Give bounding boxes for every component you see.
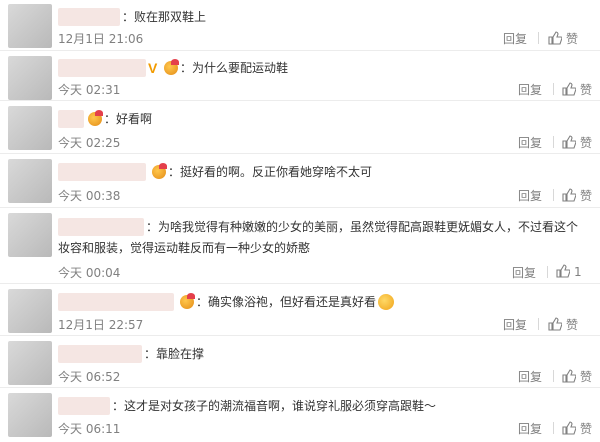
avatar[interactable]	[8, 106, 52, 150]
like-button[interactable]: 赞	[548, 316, 578, 333]
comment-item: V ：为什么要配运动鞋 今天 02:31 回复 赞	[0, 51, 600, 101]
username-blurred[interactable]	[58, 397, 110, 415]
username-blurred[interactable]	[58, 110, 84, 128]
reply-button[interactable]: 回复	[503, 316, 527, 333]
comment-time: 今天 02:25	[58, 136, 121, 150]
user-badges	[178, 293, 195, 309]
like-count: 1	[574, 265, 582, 279]
comment-text: ：挺好看的啊。反正你看她穿啥不太可	[168, 165, 373, 179]
user-badges	[150, 163, 167, 179]
thumbs-up-icon	[562, 135, 576, 149]
username-blurred[interactable]	[58, 59, 146, 77]
thumbs-up-icon	[556, 264, 570, 278]
like-button[interactable]: 赞	[562, 134, 592, 151]
like-label: 赞	[580, 83, 593, 97]
like-label: 赞	[580, 136, 593, 150]
reply-button[interactable]: 回复	[503, 30, 527, 47]
like-button[interactable]: 1	[556, 264, 582, 279]
comment-text: ：靠脸在撑	[144, 347, 205, 361]
member-badge-icon	[164, 59, 179, 75]
like-label: 赞	[580, 422, 593, 436]
divider	[553, 136, 554, 148]
like-button[interactable]: 赞	[548, 30, 578, 47]
divider	[538, 318, 539, 330]
comment-time: 12月1日 22:57	[58, 318, 144, 332]
comment-text: ：好看啊	[104, 112, 153, 126]
reply-button[interactable]: 回复	[518, 368, 542, 385]
divider	[553, 83, 554, 95]
reply-button[interactable]: 回复	[518, 81, 542, 98]
thumbs-up-icon	[562, 369, 576, 383]
comment-item: ：靠脸在撑 今天 06:52 回复 赞	[0, 336, 600, 388]
divider	[553, 370, 554, 382]
like-button[interactable]: 赞	[562, 81, 592, 98]
username-blurred[interactable]	[58, 218, 144, 236]
divider	[553, 189, 554, 201]
comment-text-line-2: 妆容和服装，觉得运动鞋反而有一种少女的娇憨	[58, 241, 311, 255]
username-blurred[interactable]	[58, 293, 174, 311]
avatar[interactable]	[8, 213, 52, 257]
username-blurred[interactable]	[58, 345, 142, 363]
comment-time: 今天 00:38	[58, 189, 121, 203]
comment-text-line-1: ：为啥我觉得有种嫩嫩的少女的美丽，虽然觉得配高跟鞋更妩媚女人，不过看这个	[146, 220, 579, 234]
thumbs-up-icon	[548, 31, 562, 45]
avatar[interactable]	[8, 4, 52, 48]
divider	[538, 32, 539, 44]
avatar[interactable]	[8, 341, 52, 385]
comment-item: ：挺好看的啊。反正你看她穿啥不太可 今天 00:38 回复 赞	[0, 154, 600, 208]
member-badge-icon	[180, 293, 195, 309]
comment-text: ：为什么要配运动鞋	[180, 61, 289, 75]
reply-button[interactable]: 回复	[518, 134, 542, 151]
like-button[interactable]: 赞	[562, 420, 592, 437]
thumbs-up-icon	[562, 188, 576, 202]
member-badge-icon	[152, 163, 167, 179]
reply-button[interactable]: 回复	[518, 420, 542, 437]
comment-item: ：为啥我觉得有种嫩嫩的少女的美丽，虽然觉得配高跟鞋更妩媚女人，不过看这个 妆容和…	[0, 208, 600, 284]
like-button[interactable]: 赞	[562, 187, 592, 204]
like-label: 赞	[566, 32, 579, 46]
smile-emoji-icon	[378, 294, 395, 310]
reply-button[interactable]: 回复	[518, 187, 542, 204]
username-blurred[interactable]	[58, 8, 120, 26]
comment-item: ：败在那双鞋上 12月1日 21:06 回复 赞	[0, 0, 600, 51]
verified-v-icon: V	[148, 60, 158, 76]
thumbs-up-icon	[548, 317, 562, 331]
username-blurred[interactable]	[58, 163, 146, 181]
comment-text: ：确实像浴袍，但好看还是真好看	[196, 292, 395, 312]
comment-time: 今天 06:52	[58, 370, 121, 384]
comment-time: 今天 02:31	[58, 83, 121, 97]
comment-time: 今天 06:11	[58, 422, 121, 436]
like-label: 赞	[580, 370, 593, 384]
avatar[interactable]	[8, 289, 52, 333]
comment-time: 今天 00:04	[58, 266, 121, 280]
comment-text: ：败在那双鞋上	[122, 10, 207, 24]
comment-text-body: ：确实像浴袍，但好看还是真好看	[196, 295, 377, 309]
thumbs-up-icon	[562, 421, 576, 435]
divider	[547, 266, 548, 278]
comment-item: ：这才是对女孩子的潮流福音啊，谁说穿礼服必须穿高跟鞋～ 今天 06:11 回复 …	[0, 388, 600, 442]
comment-item: ：好看啊 今天 02:25 回复 赞	[0, 101, 600, 154]
reply-button[interactable]: 回复	[512, 264, 536, 281]
comment-item: ：确实像浴袍，但好看还是真好看 12月1日 22:57 回复 赞	[0, 284, 600, 336]
comment-text: ：这才是对女孩子的潮流福音啊，谁说穿礼服必须穿高跟鞋～	[112, 399, 437, 413]
avatar[interactable]	[8, 159, 52, 203]
user-badges	[86, 110, 103, 126]
thumbs-up-icon	[562, 82, 576, 96]
member-badge-icon	[88, 110, 103, 126]
comment-time: 12月1日 21:06	[58, 32, 144, 46]
user-badges: V	[148, 59, 179, 76]
avatar[interactable]	[8, 393, 52, 437]
like-button[interactable]: 赞	[562, 368, 592, 385]
divider	[553, 422, 554, 434]
like-label: 赞	[566, 318, 579, 332]
like-label: 赞	[580, 189, 593, 203]
avatar[interactable]	[8, 56, 52, 100]
